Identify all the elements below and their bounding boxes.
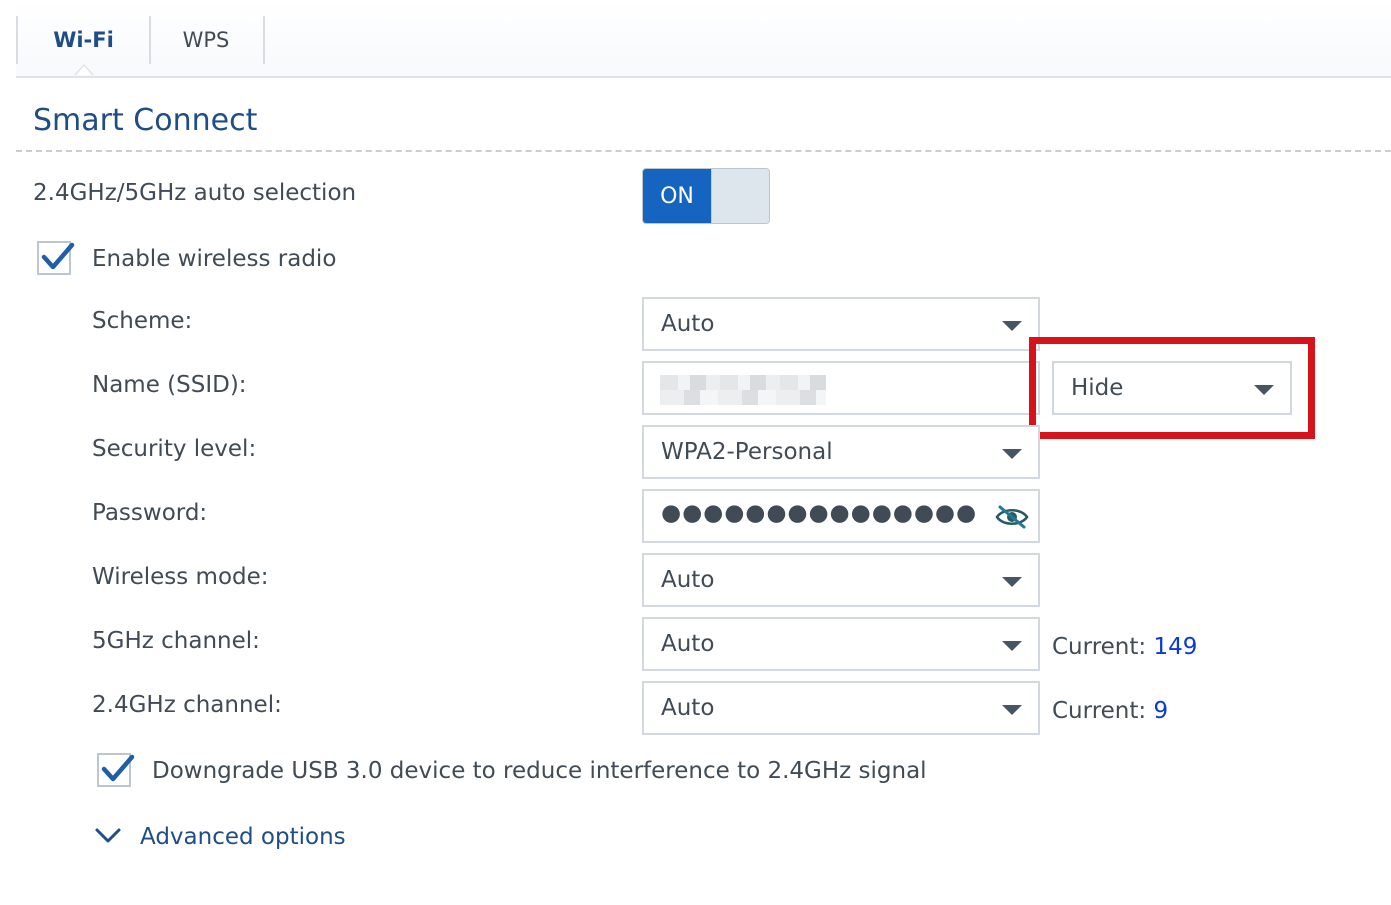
channel-24g-label: 2.4GHz channel: — [92, 692, 282, 718]
channel-5g-select[interactable]: Auto — [642, 617, 1040, 671]
wireless-mode-label: Wireless mode: — [92, 564, 269, 590]
advanced-options-toggle[interactable]: Advanced options — [94, 820, 346, 854]
security-select[interactable]: WPA2-Personal — [642, 425, 1040, 479]
ssid-redacted-value — [660, 375, 826, 405]
section-title: Smart Connect — [33, 103, 258, 138]
wireless-mode-select[interactable]: Auto — [642, 553, 1040, 607]
password-input[interactable]: ●●●●●●●●●●●●●●● — [642, 489, 1040, 543]
enable-radio-label: Enable wireless radio — [92, 246, 337, 272]
caret-down-icon — [1002, 577, 1022, 587]
highlight-box — [1029, 337, 1315, 439]
channel-5g-label: 5GHz channel: — [92, 628, 260, 654]
channel-24g-current-value: 9 — [1153, 698, 1169, 724]
channel-24g-select[interactable]: Auto — [642, 681, 1040, 735]
password-masked-value: ●●●●●●●●●●●●●●● — [661, 500, 978, 526]
tab-wps[interactable]: WPS — [149, 16, 265, 64]
channel-24g-value: Auto — [661, 695, 715, 721]
checkmark-icon — [41, 242, 75, 270]
usb-downgrade-checkbox[interactable] — [97, 753, 135, 787]
channel-24g-current: Current: 9 — [1052, 698, 1168, 724]
caret-down-icon — [1002, 449, 1022, 459]
active-tab-pointer — [74, 64, 94, 75]
enable-radio-checkbox[interactable] — [37, 241, 75, 275]
tab-wifi[interactable]: Wi-Fi — [16, 16, 151, 64]
wireless-mode-value: Auto — [661, 567, 715, 593]
scheme-label: Scheme: — [92, 308, 193, 334]
ssid-input[interactable] — [642, 361, 1040, 415]
toggle-knob — [711, 169, 769, 223]
scheme-value: Auto — [661, 311, 715, 337]
caret-down-icon — [1002, 641, 1022, 651]
eye-slash-icon[interactable] — [994, 503, 1030, 531]
scheme-select[interactable]: Auto — [642, 297, 1040, 351]
security-value: WPA2-Personal — [661, 439, 833, 465]
toggle-on-label: ON — [643, 169, 711, 223]
ssid-label: Name (SSID): — [92, 372, 247, 398]
chevron-down-icon — [95, 828, 121, 843]
tab-bar: Wi-Fi WPS — [16, 0, 1391, 78]
channel-5g-value: Auto — [661, 631, 715, 657]
current-label: Current: — [1052, 634, 1147, 660]
auto-selection-toggle[interactable]: ON — [642, 168, 770, 224]
channel-5g-current: Current: 149 — [1052, 634, 1197, 660]
caret-down-icon — [1002, 705, 1022, 715]
security-label: Security level: — [92, 436, 257, 462]
section-divider — [16, 150, 1391, 152]
channel-5g-current-value: 149 — [1153, 634, 1198, 660]
advanced-options-label: Advanced options — [140, 824, 346, 850]
checkmark-icon — [101, 754, 135, 782]
current-label: Current: — [1052, 698, 1147, 724]
password-label: Password: — [92, 500, 208, 526]
auto-selection-label: 2.4GHz/5GHz auto selection — [33, 180, 357, 206]
caret-down-icon — [1002, 321, 1022, 331]
usb-downgrade-label: Downgrade USB 3.0 device to reduce inter… — [152, 758, 927, 784]
